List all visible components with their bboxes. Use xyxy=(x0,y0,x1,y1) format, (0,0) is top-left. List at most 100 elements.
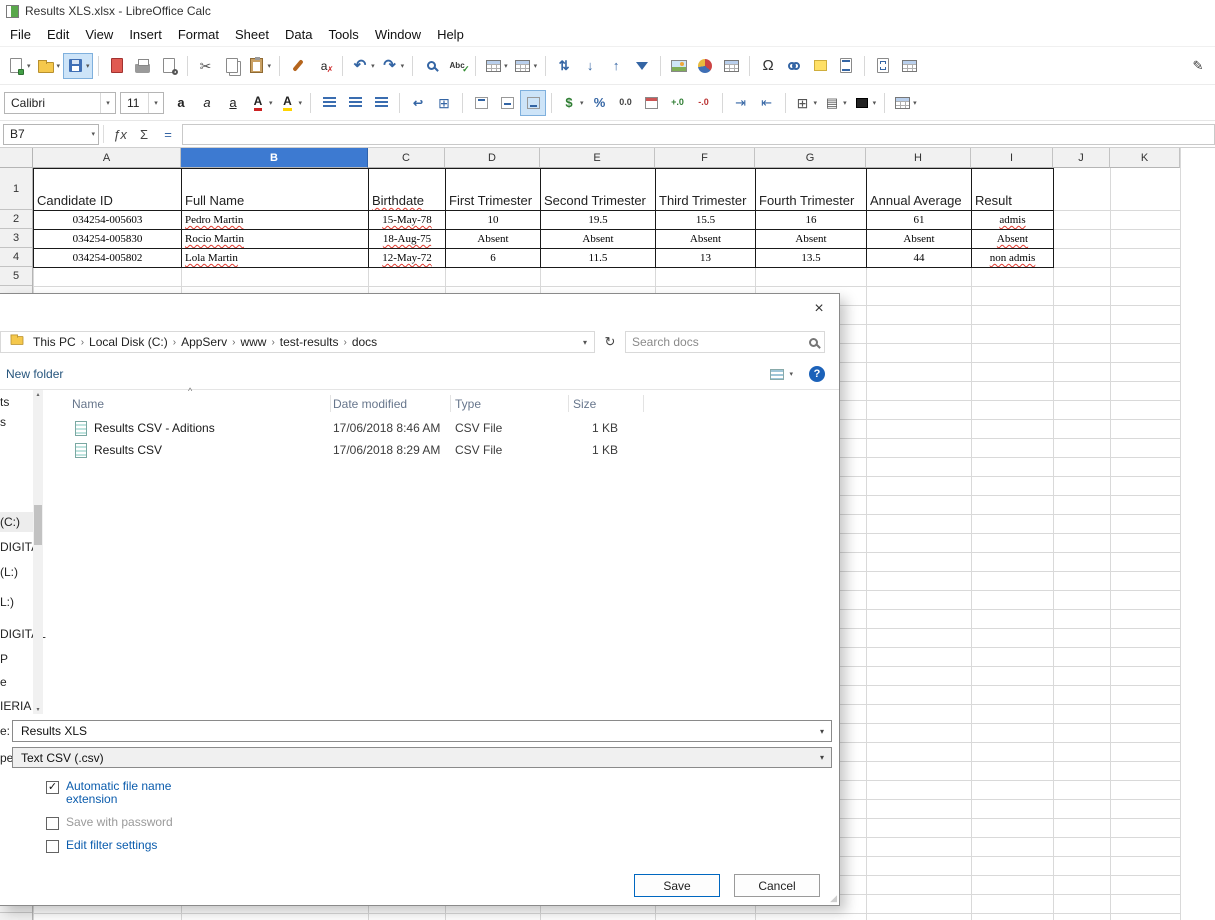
add-decimal-button[interactable]: +.0 xyxy=(665,90,691,116)
header-cell[interactable]: Third Trimester xyxy=(655,168,756,211)
column-header-d[interactable]: D xyxy=(445,148,540,168)
border-color-button[interactable]: ▾ xyxy=(850,90,880,116)
list-column-header-size[interactable]: Size xyxy=(573,397,596,411)
nav-pane-item[interactable]: IERIA xyxy=(0,699,31,713)
new-document-button[interactable]: ▾ xyxy=(4,53,34,79)
breadcrumb-item[interactable]: test-results xyxy=(276,335,343,349)
breadcrumb-item[interactable]: Local Disk (C:) xyxy=(85,335,172,349)
scroll-down-icon[interactable]: ▾ xyxy=(33,706,43,713)
views-button[interactable]: ▾ xyxy=(770,368,793,380)
checkbox-box[interactable]: ✓ xyxy=(46,781,59,794)
print-button[interactable] xyxy=(130,53,156,79)
header-cell[interactable]: Birthdate xyxy=(368,168,446,211)
menu-data[interactable]: Data xyxy=(277,24,320,45)
row-header-2[interactable]: 2 xyxy=(0,210,32,229)
formula-input[interactable] xyxy=(182,123,1215,145)
data-cell[interactable]: 12-May-72 xyxy=(368,248,446,268)
data-cell[interactable]: 18-Aug-75 xyxy=(368,229,446,249)
save-button[interactable]: ▾ xyxy=(63,52,93,79)
checkbox-automatic-file-name-extension[interactable]: ✓ Automatic file name extension xyxy=(46,780,194,806)
save-button[interactable]: Save xyxy=(634,874,720,897)
align-top-button[interactable] xyxy=(468,90,494,116)
file-type-select[interactable]: Text CSV (.csv) ▾ xyxy=(12,747,832,768)
data-cell[interactable]: Absent xyxy=(755,229,867,249)
nav-pane-item[interactable]: e xyxy=(0,675,7,689)
breadcrumb-item[interactable]: AppServ xyxy=(177,335,231,349)
clear-formatting-button[interactable]: a ✗ xyxy=(311,53,337,79)
bold-button[interactable]: a xyxy=(168,90,194,116)
data-cell[interactable]: 13.5 xyxy=(755,248,867,268)
data-cell[interactable]: 034254-005802 xyxy=(33,248,182,268)
header-cell[interactable]: Full Name xyxy=(181,168,369,211)
align-bottom-button[interactable] xyxy=(520,89,547,116)
copy-button[interactable] xyxy=(219,53,245,79)
checkbox-edit-filter-settings[interactable]: Edit filter settings xyxy=(46,839,157,853)
data-cell[interactable]: Lola Martin xyxy=(181,248,369,268)
wrap-text-button[interactable]: ↩ xyxy=(405,90,431,116)
menu-sheet[interactable]: Sheet xyxy=(227,24,277,45)
row-header-4[interactable]: 4 xyxy=(0,248,32,267)
address-dropdown-icon[interactable]: ▾ xyxy=(576,332,594,352)
show-draw-functions-button[interactable]: ✎ xyxy=(1185,53,1211,79)
menu-format[interactable]: Format xyxy=(170,24,227,45)
close-button[interactable]: × xyxy=(807,299,831,319)
highlighting-color-dropdown-icon[interactable]: ▾ xyxy=(299,99,303,107)
format-currency-button[interactable]: $ ▾ xyxy=(557,90,587,116)
autofilter-button[interactable] xyxy=(629,53,655,79)
help-button[interactable]: ? xyxy=(809,366,825,382)
undo-dropdown-icon[interactable]: ▾ xyxy=(371,62,375,70)
refresh-button[interactable]: ↻ xyxy=(600,331,620,353)
menu-insert[interactable]: Insert xyxy=(121,24,170,45)
sort-ascending-button[interactable]: ↓ xyxy=(577,53,603,79)
name-box-dropdown-icon[interactable]: ▾ xyxy=(91,130,95,138)
underline-button[interactable]: a xyxy=(220,90,246,116)
clone-formatting-button[interactable] xyxy=(285,53,311,79)
borders-dropdown-icon[interactable]: ▾ xyxy=(814,99,818,107)
borders-button[interactable]: ⊞ ▾ xyxy=(791,90,821,116)
row-header-1[interactable]: 1 xyxy=(0,168,32,210)
file-name-input[interactable] xyxy=(13,724,813,738)
border-style-button[interactable]: ▤ ▾ xyxy=(820,90,850,116)
data-cell[interactable]: 19.5 xyxy=(540,210,656,230)
open-dropdown-icon[interactable]: ▾ xyxy=(57,62,61,70)
data-cell[interactable]: 16 xyxy=(755,210,867,230)
freeze-rows-columns-button[interactable] xyxy=(896,53,922,79)
find-replace-button[interactable] xyxy=(418,53,444,79)
format-number-button[interactable]: 0.0 xyxy=(613,90,639,116)
data-cell[interactable]: 034254-005603 xyxy=(33,210,182,230)
merge-cells-button[interactable]: ⊞ xyxy=(431,90,457,116)
new-document-dropdown-icon[interactable]: ▾ xyxy=(27,62,31,70)
header-cell[interactable]: First Trimester xyxy=(445,168,541,211)
spelling-button[interactable]: Abc ✓ xyxy=(444,53,470,79)
data-cell[interactable]: Absent xyxy=(866,229,972,249)
column-header-e[interactable]: E xyxy=(540,148,655,168)
define-print-area-button[interactable] xyxy=(870,53,896,79)
undo-button[interactable]: ↶ ▾ xyxy=(348,53,378,79)
data-cell[interactable]: 44 xyxy=(866,248,972,268)
formula-button[interactable]: = xyxy=(156,123,180,145)
data-cell[interactable]: Absent xyxy=(655,229,756,249)
column-header-b[interactable]: B xyxy=(181,148,368,168)
checkbox-box[interactable] xyxy=(46,817,59,830)
file-row[interactable]: Results CSV 17/06/2018 8:29 AM CSV File 1 K… xyxy=(0,440,829,462)
insert-hyperlink-button[interactable] xyxy=(781,53,807,79)
conditional-formatting-dropdown-icon[interactable]: ▾ xyxy=(913,99,917,107)
breadcrumb-item[interactable]: This PC xyxy=(29,335,80,349)
header-cell[interactable]: Second Trimester xyxy=(540,168,656,211)
align-center-button[interactable] xyxy=(342,90,368,116)
header-cell[interactable]: Result xyxy=(971,168,1054,211)
format-date-button[interactable] xyxy=(639,90,665,116)
open-button[interactable]: ▾ xyxy=(34,53,64,79)
menu-tools[interactable]: Tools xyxy=(320,24,366,45)
menu-view[interactable]: View xyxy=(77,24,121,45)
header-cell[interactable]: Annual Average xyxy=(866,168,972,211)
nav-pane-item[interactable]: L:) xyxy=(0,595,14,609)
font-name-combo[interactable]: Calibri ▾ xyxy=(4,91,116,114)
row-header-3[interactable]: 3 xyxy=(0,229,32,248)
nav-pane-item[interactable]: P xyxy=(0,652,8,666)
delete-decimal-button[interactable]: -.0 xyxy=(691,90,717,116)
italic-button[interactable]: a xyxy=(194,90,220,116)
data-cell[interactable]: Absent xyxy=(540,229,656,249)
row-button[interactable]: ▾ xyxy=(481,53,511,79)
align-left-button[interactable] xyxy=(316,90,342,116)
